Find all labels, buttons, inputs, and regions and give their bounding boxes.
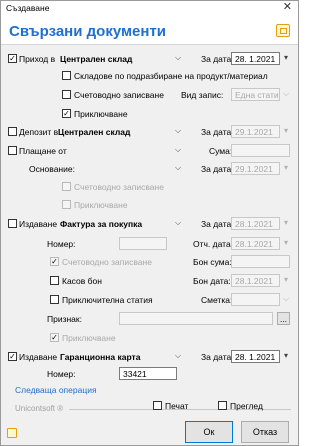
payment-date-dropdown-icon[interactable]: ▾ — [281, 162, 291, 175]
receipt-accounting-label: Счетоводно записване — [74, 90, 164, 100]
deposit-date-field[interactable]: 29.1.2021 — [231, 125, 280, 138]
receipt-date-dropdown-icon[interactable]: ▾ — [281, 52, 291, 65]
invoice-date-label: За дата: — [201, 219, 234, 229]
deposit-label: Депозит в — [19, 127, 59, 137]
next-operation-link[interactable]: Следваща операция — [15, 385, 97, 395]
closing-entry-checkbox[interactable] — [50, 295, 59, 304]
invoice-close-checkbox[interactable]: ✓ — [50, 333, 59, 342]
receipt-target: Централен склад — [60, 54, 133, 64]
receipt-label: Приход в — [19, 54, 56, 64]
payment-amount-label: Сума: — [209, 146, 233, 156]
cash-receipt-checkbox[interactable] — [50, 276, 59, 285]
title-bar: Създаване ✕ — [1, 1, 298, 15]
receipt-accounting-checkbox[interactable] — [62, 90, 71, 99]
brand-label: Unicontsoft ® — [15, 404, 64, 413]
preview-label: Преглед — [230, 401, 263, 411]
vat-amount-field[interactable] — [231, 255, 290, 268]
close-icon[interactable]: ✕ — [283, 1, 292, 14]
window-title: Създаване — [6, 3, 50, 13]
deposit-checkbox[interactable] — [8, 127, 17, 136]
attribute-field[interactable] — [119, 312, 273, 325]
receipt-date-label: За дата: — [201, 54, 234, 64]
warranty-checkbox[interactable]: ✓ — [8, 352, 17, 361]
linked-documents-icon — [276, 24, 290, 37]
vat-amount-label: Бон сума: — [193, 257, 232, 267]
receipt-close-checkbox[interactable]: ✓ — [62, 109, 71, 118]
payment-accounting-checkbox[interactable] — [62, 182, 71, 191]
dialog-header: Свързани документи — [1, 15, 298, 45]
tax-date-label: Отч. дата: — [193, 239, 234, 249]
account-select[interactable] — [231, 293, 280, 306]
closing-entry-label: Приключителна статия — [62, 295, 153, 305]
payment-date-label: За дата: — [201, 164, 234, 174]
cash-receipt-date-field[interactable]: 28.1.2021 — [231, 274, 280, 287]
invoice-date-dropdown-icon[interactable]: ▾ — [281, 217, 291, 230]
print-checkbox[interactable] — [153, 401, 162, 410]
entry-type-select[interactable]: Една статия — [231, 88, 280, 101]
warranty-date-field[interactable]: 28. 1.2021 — [231, 350, 280, 363]
invoice-number-label: Номер: — [47, 239, 76, 249]
dialog-window: Създаване ✕ Свързани документи ✓ Приход … — [0, 0, 299, 446]
print-label: Печат — [165, 401, 189, 411]
cash-receipt-date-dropdown-icon[interactable]: ▾ — [281, 274, 291, 287]
payment-checkbox[interactable] — [8, 146, 17, 155]
deposit-target-dropdown-icon[interactable]: ⌵ — [173, 125, 183, 138]
default-warehouses-checkbox[interactable] — [62, 71, 71, 80]
warranty-number-label: Номер: — [47, 369, 76, 379]
deposit-target: Централен склад — [58, 127, 131, 137]
receipt-checkbox[interactable]: ✓ — [8, 54, 17, 63]
entry-type-label: Вид запис: — [181, 90, 224, 100]
account-dropdown-icon[interactable]: ⌵ — [281, 293, 291, 306]
receipt-date-label-2: Бон дата: — [193, 276, 231, 286]
invoice-date-field[interactable]: 28.1.2021 — [231, 217, 280, 230]
warranty-date-label: За дата: — [201, 352, 234, 362]
ok-button[interactable]: Ок — [185, 421, 233, 443]
tax-date-dropdown-icon[interactable]: ▾ — [281, 237, 291, 250]
payment-date-field[interactable]: 29.1.2021 — [231, 162, 280, 175]
receipt-close-label: Приключване — [74, 109, 128, 119]
warranty-type-dropdown-icon[interactable]: ⌵ — [173, 350, 183, 363]
payment-reason-dropdown-icon[interactable]: ⌵ — [173, 162, 183, 175]
tax-date-field[interactable]: 28.1.2021 — [231, 237, 280, 250]
attribute-browse-button[interactable]: ... — [277, 312, 290, 325]
invoice-label: Издаване — [19, 219, 58, 229]
cancel-button[interactable]: Отказ — [241, 421, 289, 443]
warranty-doc-type: Гаранционна карта — [60, 352, 141, 362]
page-title: Свързани документи — [9, 23, 167, 40]
app-icon — [7, 428, 17, 438]
payment-close-checkbox[interactable] — [62, 200, 71, 209]
warranty-number-field[interactable]: 33421 — [119, 367, 177, 380]
preview-checkbox[interactable] — [218, 401, 227, 410]
attribute-label: Признак: — [47, 314, 82, 324]
receipt-target-dropdown-icon[interactable]: ⌵ — [173, 52, 183, 65]
invoice-checkbox[interactable] — [8, 219, 17, 228]
payment-accounting-label: Счетоводно записване — [74, 182, 164, 192]
invoice-accounting-checkbox[interactable]: ✓ — [50, 257, 59, 266]
warranty-date-dropdown-icon[interactable]: ▾ — [281, 350, 291, 363]
cash-receipt-label: Касов бон — [62, 276, 102, 286]
entry-type-dropdown-icon[interactable]: ⌵ — [281, 88, 291, 101]
payment-amount-field[interactable] — [231, 144, 290, 157]
account-label: Сметка: — [201, 295, 233, 305]
deposit-date-dropdown-icon[interactable]: ▾ — [281, 125, 291, 138]
invoice-number-field[interactable] — [119, 237, 167, 250]
warranty-label: Издаване — [19, 352, 58, 362]
payment-close-label: Приключване — [74, 200, 128, 210]
deposit-date-label: За дата: — [201, 127, 234, 137]
invoice-doc-type: Фактура за покупка — [60, 219, 143, 229]
invoice-close-label: Приключване — [62, 333, 116, 343]
payment-source-dropdown-icon[interactable]: ⌵ — [173, 144, 183, 157]
payment-label: Плащане от — [19, 146, 67, 156]
payment-reason-label: Основание: — [29, 164, 75, 174]
invoice-type-dropdown-icon[interactable]: ⌵ — [173, 217, 183, 230]
invoice-accounting-label: Счетоводно записване — [62, 257, 152, 267]
default-warehouses-label: Складове по подразбиране на продукт/мате… — [74, 71, 268, 81]
receipt-date-field[interactable]: 28. 1.2021 — [231, 52, 280, 65]
